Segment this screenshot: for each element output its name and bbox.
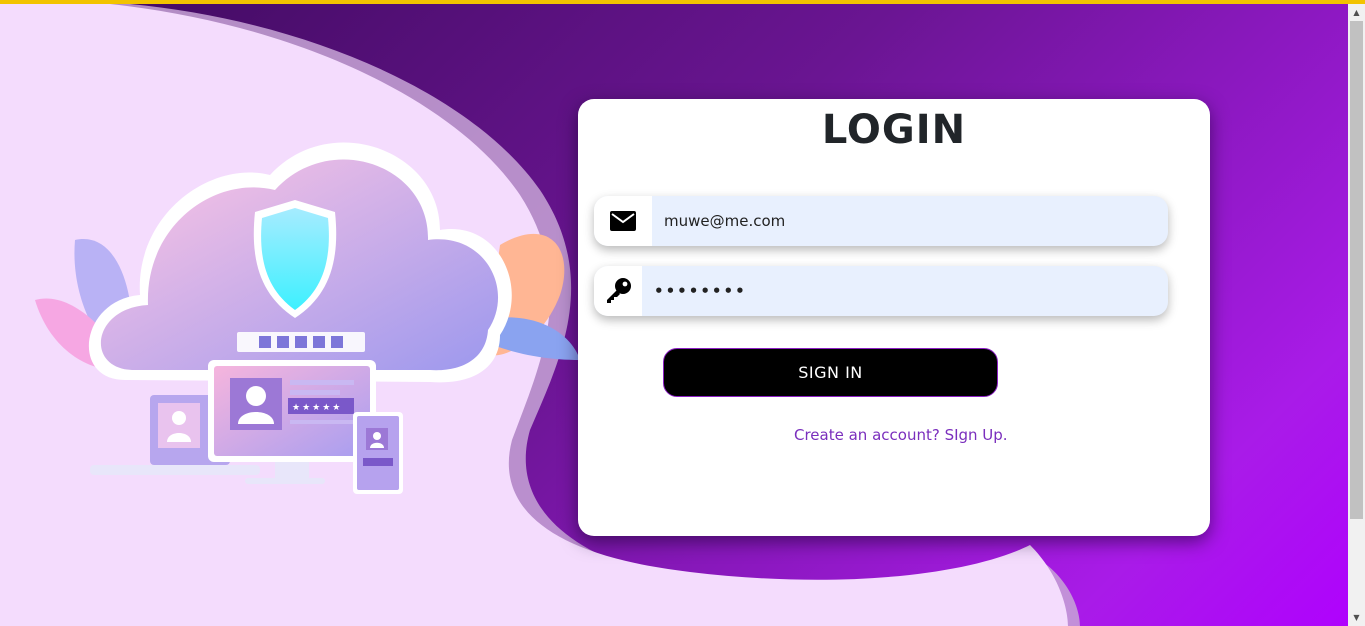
svg-text:★★★★★: ★★★★★: [292, 403, 342, 413]
login-page: ★★★★★ LOGIN muwe@me.com SIGN IN Create a…: [0, 0, 1365, 626]
cloud-security-illustration: ★★★★★: [35, 142, 580, 494]
vertical-scrollbar[interactable]: ▲ ▼: [1348, 4, 1365, 626]
scrollbar-thumb[interactable]: [1350, 21, 1363, 519]
login-card: LOGIN SIGN IN Create an account? SI: [578, 99, 1210, 536]
email-input[interactable]: [652, 196, 1168, 246]
password-field-group: [594, 266, 1168, 316]
key-icon: [594, 266, 642, 316]
sign-up-link[interactable]: Create an account? SIgn Up.: [794, 426, 1008, 444]
password-input[interactable]: [642, 266, 1168, 316]
sign-in-button[interactable]: SIGN IN: [663, 348, 998, 397]
email-field-group: [594, 196, 1168, 246]
scroll-up-arrow-icon[interactable]: ▲: [1348, 4, 1365, 21]
scroll-down-arrow-icon[interactable]: ▼: [1348, 609, 1365, 626]
login-title: LOGIN: [821, 107, 967, 153]
envelope-icon: [594, 196, 652, 246]
top-accent-bar: [0, 0, 1365, 4]
